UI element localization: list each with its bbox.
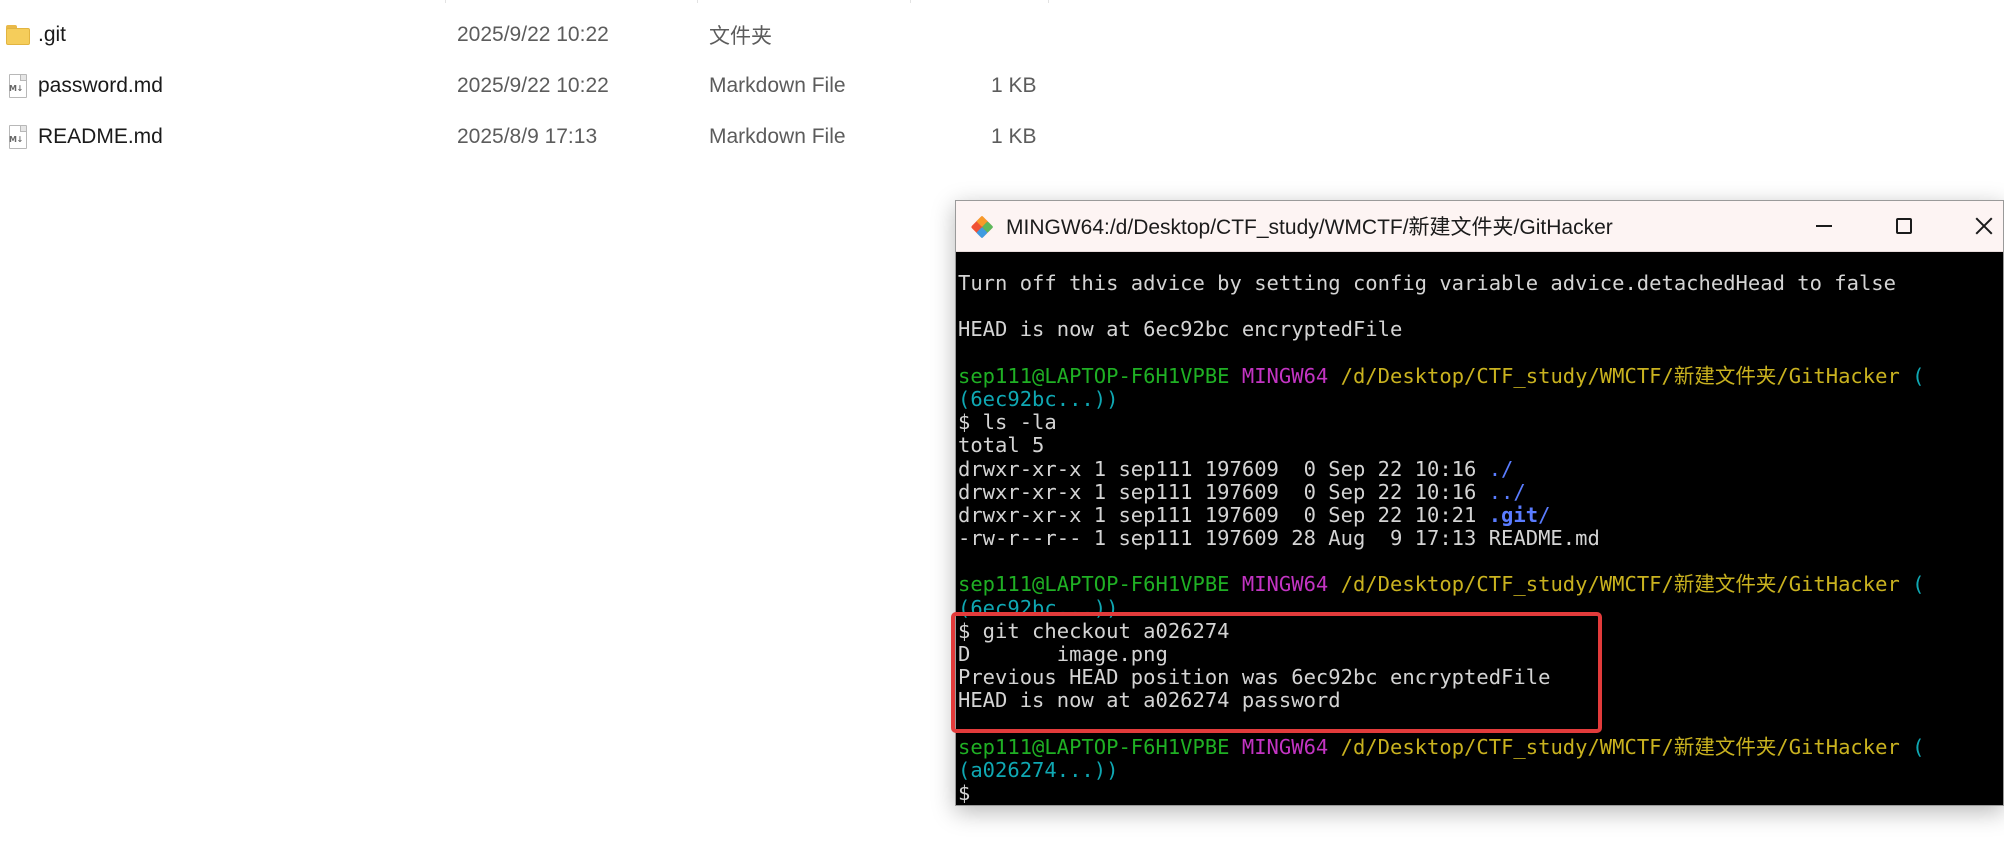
shell-prompt: sep111@LAPTOP-F6H1VPBE MINGW64 /d/Deskto… [958,734,2003,759]
file-row[interactable]: M↓ README.md 2025/8/9 17:13 Markdown Fil… [0,115,1100,159]
ls-entry: drwxr-xr-x 1 sep111 197609 0 Sep 22 10:1… [958,479,2003,504]
column-header-seams [0,0,1100,3]
minimize-button[interactable] [1801,201,1847,251]
markdown-file-icon: M↓ [6,125,30,149]
terminal-output[interactable]: Turn off this advice by setting config v… [956,252,2003,805]
prompt-path: /d/Desktop/CTF_study/WMCTF/新建文件夹/GitHack… [1340,572,1900,597]
terminal-window[interactable]: MINGW64:/d/Desktop/CTF_study/WMCTF/新建文件夹… [955,200,2004,806]
prompt-system: MINGW64 [1241,363,1329,388]
ls-entry-dir: ./ [1488,456,1514,481]
prompt-branch-open: ( [1899,363,1925,388]
prompt-branch-open: ( [1899,734,1925,759]
ls-entry-dir: .git [1488,502,1539,527]
ls-entry: drwxr-xr-x 1 sep111 197609 0 Sep 22 10:1… [958,456,2003,481]
terminal-line: D image.png [958,642,1168,666]
ls-entry: drwxr-xr-x 1 sep111 197609 0 Sep 22 10:2… [958,502,2003,527]
file-size: 1 KB [991,125,1037,148]
file-row[interactable]: M↓ password.md 2025/9/22 10:22 Markdown … [0,64,1100,108]
ls-entry-slash: / [1538,502,1551,527]
file-type: Markdown File [709,125,846,148]
terminal-line: HEAD is now at a026274 password [958,688,1341,713]
prompt-branch: (6ec92bc...)) [958,595,1119,620]
terminal-line: total 5 [958,433,1045,458]
file-size: 1 KB [991,74,1037,97]
markdown-file-icon: M↓ [6,74,30,98]
prompt-system: MINGW64 [1241,734,1329,759]
prompt-user: sep111@LAPTOP-F6H1VPBE [958,363,1230,388]
window-title: MINGW64:/d/Desktop/CTF_study/WMCTF/新建文件夹… [1006,216,1613,239]
shell-prompt: sep111@LAPTOP-F6H1VPBE MINGW64 /d/Deskto… [958,573,2003,596]
minimize-icon [1816,225,1832,227]
ls-entry-meta: drwxr-xr-x 1 sep111 197609 0 Sep 22 10:1… [958,479,1489,504]
file-type: 文件夹 [709,25,772,48]
ls-entry: -rw-r--r-- 1 sep111 197609 28 Aug 9 17:1… [958,526,1600,551]
ls-entry-meta: drwxr-xr-x 1 sep111 197609 0 Sep 22 10:1… [958,456,1489,481]
command-line: $ git checkout a026274 [958,618,1230,643]
prompt-path: /d/Desktop/CTF_study/WMCTF/新建文件夹/GitHack… [1340,734,1900,759]
file-name[interactable]: .git [38,23,66,47]
terminal-line: HEAD is now at 6ec92bc encryptedFile [958,317,1403,342]
ls-entry-meta: drwxr-xr-x 1 sep111 197609 0 Sep 22 10:2… [958,502,1489,527]
prompt-path: /d/Desktop/CTF_study/WMCTF/新建文件夹/GitHack… [1340,363,1900,388]
git-bash-logo-icon [971,216,993,238]
file-date-modified: 2025/9/22 10:22 [457,23,609,46]
shell-prompt: sep111@LAPTOP-F6H1VPBE MINGW64 /d/Deskto… [958,363,2003,388]
terminal-line: Turn off this advice by setting config v… [958,271,1896,295]
prompt-user: sep111@LAPTOP-F6H1VPBE [958,572,1230,597]
folder-icon [6,23,30,47]
file-date-modified: 2025/8/9 17:13 [457,125,598,148]
file-row[interactable]: .git 2025/9/22 10:22 文件夹 [0,13,1100,57]
prompt-system: MINGW64 [1241,572,1329,597]
file-name[interactable]: README.md [38,125,163,149]
close-button[interactable] [1961,201,2004,251]
file-name[interactable]: password.md [38,74,163,98]
ls-entry-dir: ../ [1488,479,1526,504]
file-date-modified: 2025/9/22 10:22 [457,74,609,97]
terminal-line: Previous HEAD position was 6ec92bc encry… [958,665,1551,690]
prompt-branch-open: ( [1899,572,1925,597]
prompt-branch: (a026274...)) [958,757,1119,782]
prompt-branch: (6ec92bc...)) [958,386,1119,411]
close-icon [1975,217,1993,235]
command-line: $ ls -la [958,410,1057,435]
maximize-icon [1896,218,1912,234]
file-type: Markdown File [709,74,846,97]
title-bar[interactable]: MINGW64:/d/Desktop/CTF_study/WMCTF/新建文件夹… [956,201,2003,252]
prompt-user: sep111@LAPTOP-F6H1VPBE [958,734,1230,759]
command-input-line[interactable]: $ [958,781,2003,805]
maximize-button[interactable] [1881,201,1927,251]
